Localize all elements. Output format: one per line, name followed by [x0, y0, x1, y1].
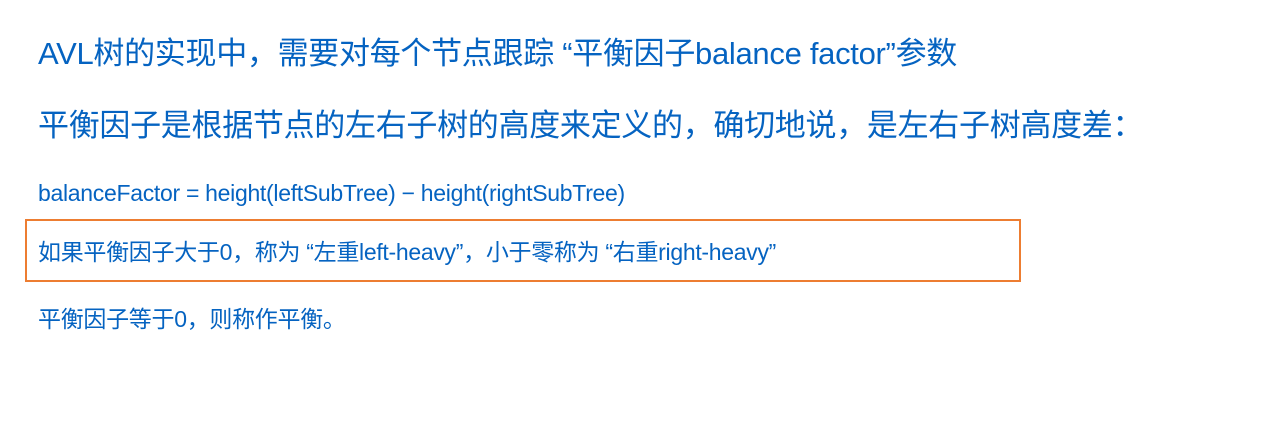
balance-factor-formula: balanceFactor = height(leftSubTree) − he… [38, 180, 625, 206]
balance-factor-definition: 平衡因子是根据节点的左右子树的高度来定义的，确切地说，是左右子树高度差： [38, 108, 1144, 143]
balanced-definition-text: 平衡因子等于0，则称作平衡。 [38, 306, 346, 332]
heading-avl-balance-factor: AVL树的实现中，需要对每个节点跟踪 “平衡因子balance factor”参… [38, 36, 957, 71]
heavy-definition-text: 如果平衡因子大于0，称为 “左重left-heavy”，小于零称为 “右重rig… [38, 239, 777, 265]
